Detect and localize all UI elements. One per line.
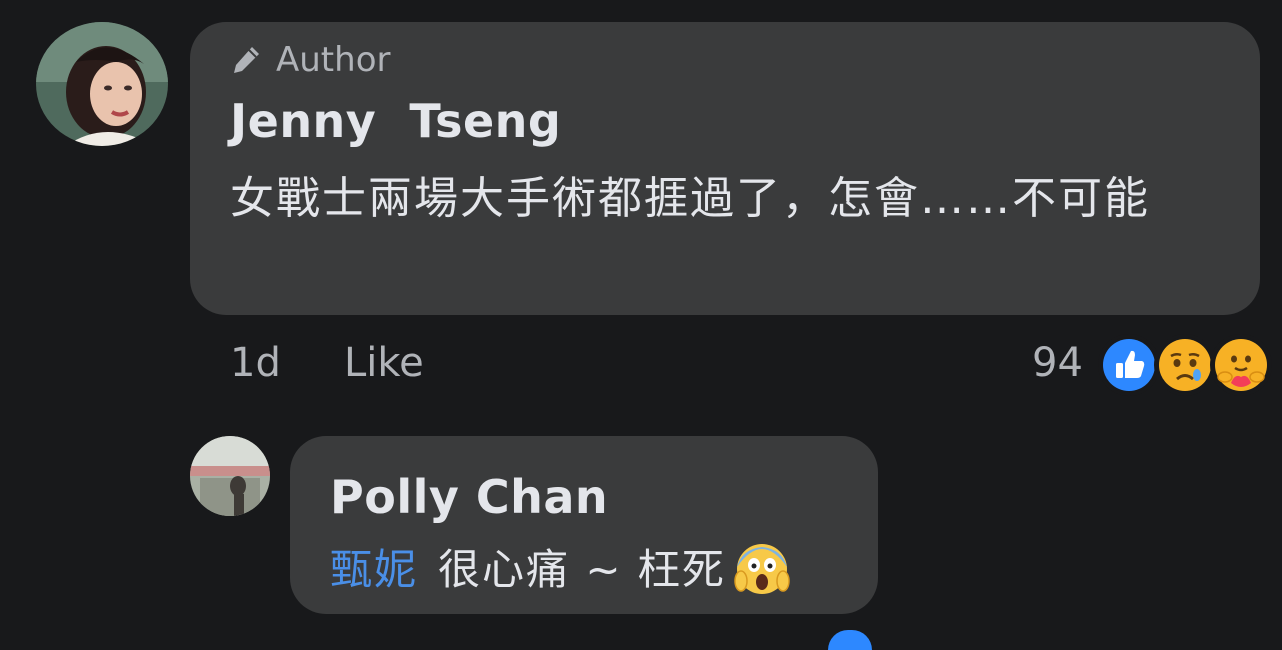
reply-message: 很心痛 ~ 枉死 (438, 545, 726, 594)
like-icon (1098, 334, 1160, 396)
pencil-icon (234, 47, 259, 73)
reply-author-photo (190, 436, 270, 516)
author-badge: Author (230, 40, 390, 80)
reply-author-name[interactable]: Polly Chan (330, 470, 608, 524)
screaming-face-icon (734, 543, 790, 594)
comment-bubble: Author Jenny Tseng 女戰士兩場大手術都捱過了，怎會……不可能 (190, 22, 1260, 315)
reply-text: 甄妮 很心痛 ~ 枉死 (330, 536, 792, 597)
care-icon (1210, 334, 1272, 396)
like-button[interactable]: Like (344, 340, 424, 386)
reply-bubble: Polly Chan 甄妮 很心痛 ~ 枉死 (290, 436, 878, 614)
like-icon-partial (828, 630, 872, 650)
sad-icon (1154, 334, 1216, 396)
mention-tag[interactable]: 甄妮 (330, 536, 418, 597)
reply-author-avatar[interactable] (190, 436, 270, 516)
author-photo (36, 22, 168, 146)
comment-timestamp[interactable]: 1d (230, 340, 281, 386)
author-avatar[interactable] (36, 22, 168, 146)
author-badge-label: Author (276, 40, 391, 80)
commenter-name[interactable]: Jenny Tseng (230, 94, 561, 148)
comment-text: 女戰士兩場大手術都捱過了，怎會……不可能 (230, 173, 1150, 224)
reaction-summary[interactable] (1098, 334, 1272, 396)
reaction-count[interactable]: 94 (1032, 340, 1083, 386)
